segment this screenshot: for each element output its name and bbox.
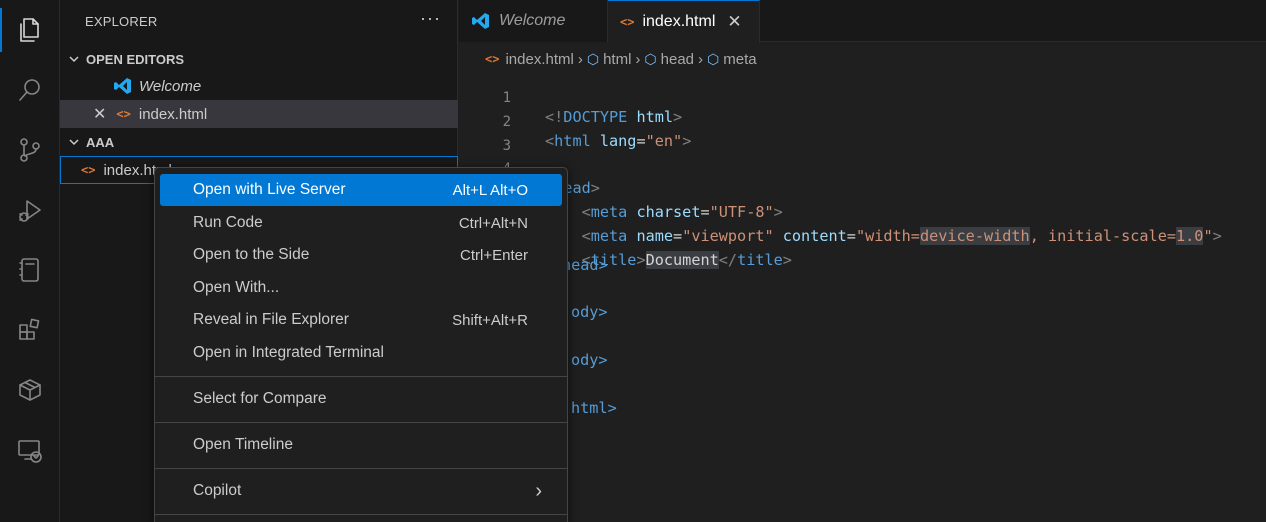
open-editor-item-welcome[interactable]: Welcome bbox=[60, 72, 458, 100]
tab-welcome[interactable]: Welcome bbox=[459, 0, 608, 42]
html-file-icon: <> bbox=[485, 52, 500, 66]
package-icon[interactable] bbox=[0, 362, 60, 418]
context-menu: Open with Live Server Alt+L Alt+O Run Cod… bbox=[154, 167, 568, 522]
code-line: 1 <!DOCTYPE html> bbox=[459, 72, 1266, 126]
breadcrumb-item-head[interactable]: head bbox=[661, 51, 694, 68]
run-debug-icon[interactable] bbox=[0, 182, 60, 238]
chevron-right-icon: › bbox=[535, 479, 542, 502]
menu-item-copilot[interactable]: Copilot › bbox=[160, 475, 562, 507]
element-icon: ⬡ bbox=[707, 50, 720, 67]
open-editor-label: Welcome bbox=[139, 77, 202, 95]
menu-item-open-to-side[interactable]: Open to the Side Ctrl+Enter bbox=[160, 239, 562, 271]
element-icon: ⬡ bbox=[644, 50, 657, 67]
menu-item-run-code[interactable]: Run Code Ctrl+Alt+N bbox=[160, 207, 562, 239]
code-line: 2 <html lang="en"> bbox=[459, 96, 1266, 150]
open-editors-label: OPEN EDITORS bbox=[86, 51, 185, 67]
code-line: head> bbox=[562, 256, 608, 274]
menu-item-open-in-terminal[interactable]: Open in Integrated Terminal bbox=[160, 337, 562, 369]
vscode-logo-icon bbox=[471, 11, 491, 31]
notebook-icon[interactable] bbox=[0, 242, 60, 298]
explorer-icon[interactable] bbox=[0, 2, 60, 58]
tab-label: index.html bbox=[642, 13, 716, 30]
menu-separator bbox=[155, 376, 567, 377]
code-line: 6 <meta name="viewport" content="width=d… bbox=[459, 191, 1266, 245]
menu-separator bbox=[155, 514, 567, 515]
tab-index-html[interactable]: <> index.html ✕ bbox=[608, 0, 760, 43]
close-icon[interactable]: ✕ bbox=[93, 104, 106, 124]
menu-separator bbox=[155, 468, 567, 469]
code-line: ody> bbox=[571, 303, 608, 321]
close-icon[interactable]: ✕ bbox=[727, 12, 741, 32]
vscode-logo-icon bbox=[113, 76, 133, 96]
chevron-down-icon bbox=[62, 53, 86, 65]
menu-item-open-with[interactable]: Open With... bbox=[160, 272, 562, 304]
open-editors-header[interactable]: OPEN EDITORS bbox=[60, 45, 458, 73]
breadcrumb-item-html[interactable]: html bbox=[603, 51, 631, 68]
chevron-right-icon: › bbox=[635, 50, 641, 68]
code-line: html> bbox=[571, 399, 617, 417]
html-file-icon: <> bbox=[116, 107, 131, 121]
editor-tabs: Welcome <> index.html ✕ bbox=[459, 0, 1266, 43]
more-actions-icon[interactable]: ··· bbox=[420, 8, 441, 29]
breadcrumb-item-meta[interactable]: meta bbox=[723, 51, 756, 68]
html-file-icon: <> bbox=[620, 15, 635, 29]
chevron-down-icon bbox=[62, 136, 86, 148]
menu-separator bbox=[155, 422, 567, 423]
breadcrumb-item-file[interactable]: index.html bbox=[505, 51, 573, 68]
open-editor-label: index.html bbox=[138, 105, 208, 123]
code-line: 7 <title>Document</title> bbox=[459, 215, 1266, 269]
code-line: 3 bbox=[459, 120, 1266, 154]
code-line: ody> bbox=[571, 351, 608, 369]
activity-bar bbox=[0, 0, 60, 522]
tab-label: Welcome bbox=[499, 12, 566, 29]
explorer-title: EXPLORER bbox=[85, 14, 158, 29]
open-editor-item-index[interactable]: ✕ <> index.html bbox=[60, 100, 458, 128]
code-line: 4 <head> bbox=[459, 143, 1266, 197]
remote-explorer-icon[interactable] bbox=[0, 422, 60, 478]
menu-item-select-for-compare[interactable]: Select for Compare bbox=[160, 383, 562, 415]
folder-header-aaa[interactable]: AAA bbox=[60, 128, 458, 156]
code-editor[interactable]: 1 <!DOCTYPE html> 2 <html lang="en"> 3 4… bbox=[459, 75, 1266, 522]
folder-label: AAA bbox=[86, 134, 115, 150]
chevron-right-icon: › bbox=[698, 50, 704, 68]
extensions-icon[interactable] bbox=[0, 302, 60, 358]
chevron-right-icon: › bbox=[577, 50, 583, 68]
menu-item-open-with-live-server[interactable]: Open with Live Server Alt+L Alt+O bbox=[160, 174, 562, 206]
search-icon[interactable] bbox=[0, 62, 60, 118]
source-control-icon[interactable] bbox=[0, 122, 60, 178]
html-file-icon: <> bbox=[81, 163, 96, 177]
menu-item-open-timeline[interactable]: Open Timeline bbox=[160, 429, 562, 461]
element-icon: ⬡ bbox=[586, 50, 600, 67]
code-line: 5 <meta charset="UTF-8"> bbox=[459, 167, 1266, 221]
menu-item-reveal-in-file-explorer[interactable]: Reveal in File Explorer Shift+Alt+R bbox=[160, 304, 562, 336]
breadcrumb: <> index.html › ⬡ html › ⬡ head › ⬡ meta bbox=[459, 43, 1266, 75]
